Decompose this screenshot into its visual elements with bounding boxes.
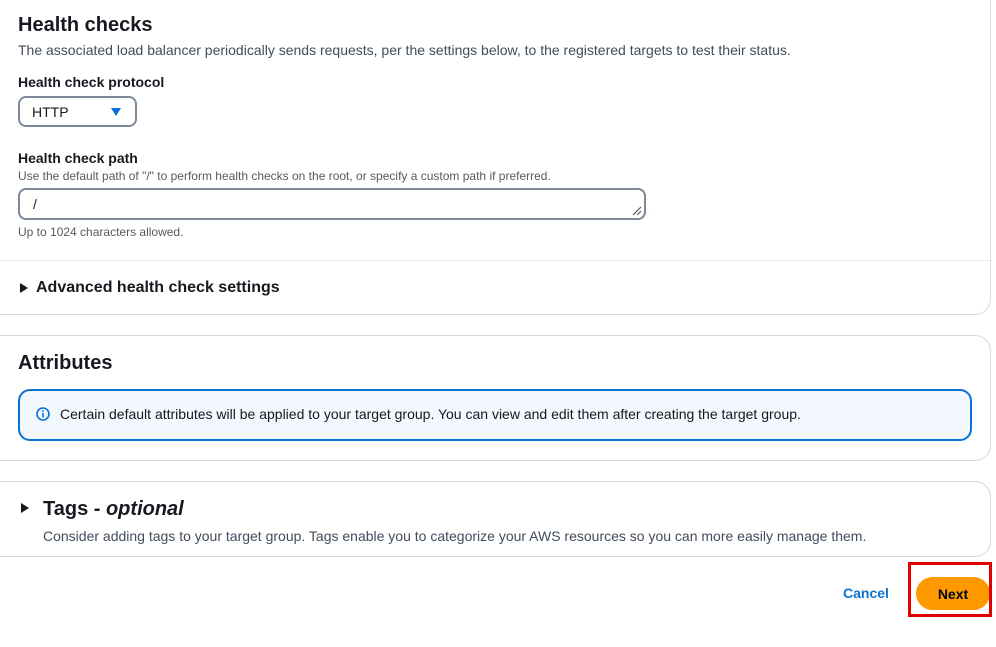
advanced-health-check-settings-expander[interactable]: Advanced health check settings <box>20 279 280 297</box>
health-check-path-constraint: Up to 1024 characters allowed. <box>18 225 184 239</box>
info-icon <box>36 407 50 421</box>
tags-title-text: Tags - <box>43 498 106 520</box>
health-checks-panel: Health checks The associated load balanc… <box>0 0 992 315</box>
health-check-path-label: Health check path <box>18 150 138 166</box>
health-check-path-input[interactable]: / <box>18 188 646 220</box>
advanced-health-check-settings-label: Advanced health check settings <box>36 279 280 296</box>
health-check-path-description: Use the default path of "/" to perform h… <box>18 169 551 183</box>
attributes-title: Attributes <box>18 352 113 374</box>
attributes-info-text: Certain default attributes will be appli… <box>60 406 801 422</box>
tags-expander[interactable] <box>21 503 29 513</box>
health-checks-title: Health checks <box>18 14 153 36</box>
caret-right-icon <box>21 503 29 513</box>
cancel-button[interactable]: Cancel <box>835 584 897 602</box>
attributes-panel: Attributes Certain default attributes wi… <box>0 335 991 461</box>
caret-right-icon <box>20 283 28 293</box>
tags-title[interactable]: Tags - optional <box>43 498 184 521</box>
resize-handle-icon[interactable] <box>632 206 642 216</box>
tags-title-optional: optional <box>105 498 184 520</box>
health-check-protocol-select[interactable]: HTTP <box>18 96 137 127</box>
tags-panel: Tags - optional Consider adding tags to … <box>0 481 991 557</box>
health-checks-description: The associated load balancer periodicall… <box>18 42 791 58</box>
caret-down-icon <box>111 108 121 116</box>
attributes-info-alert: Certain default attributes will be appli… <box>18 389 972 441</box>
health-check-protocol-label: Health check protocol <box>18 74 165 90</box>
health-check-path-value: / <box>33 196 37 212</box>
health-check-protocol-value: HTTP <box>32 104 69 120</box>
tags-description: Consider adding tags to your target grou… <box>43 528 867 544</box>
divider <box>0 260 992 261</box>
next-button[interactable]: Next <box>916 577 990 610</box>
